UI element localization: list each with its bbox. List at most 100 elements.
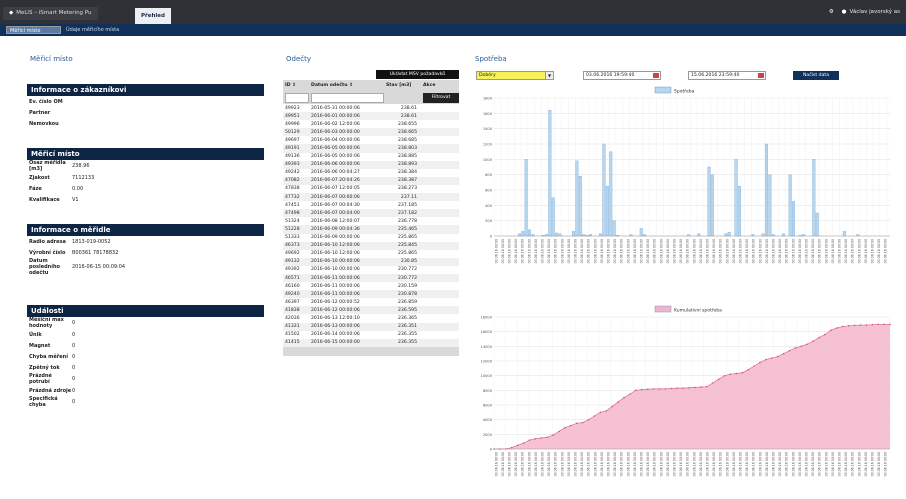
table-row[interactable]: 50129 2016-06-03 00:00:00 238.665 <box>283 128 459 137</box>
bar <box>737 185 741 237</box>
x-tick-label: 03.06.16 00:00 <box>547 239 551 263</box>
date-from-input[interactable]: 03.06.2016 19:59:40 <box>583 71 661 80</box>
cell-state: 235.865 <box>398 251 417 257</box>
cell-date: 2016-06-07 00:04:00 <box>309 209 384 218</box>
table-row[interactable]: 47732 2016-06-07 00:00:06 237.11 <box>283 193 459 202</box>
x-tick-label: 03.06.16 00:00 <box>706 452 710 476</box>
tab-overview[interactable]: Přehled <box>135 8 171 24</box>
data-point <box>782 352 785 355</box>
data-point <box>759 361 761 364</box>
date-to-input[interactable]: 15.06.2016 23:59:40 <box>688 71 766 80</box>
data-point <box>646 388 649 391</box>
data-point <box>735 372 738 375</box>
data-point <box>877 323 879 326</box>
breadcrumb-item-metering-data[interactable]: Údaje měřicího místa <box>66 26 119 34</box>
table-row[interactable]: 47082 2016-06-07 20:04:26 238.387 <box>283 176 459 185</box>
table-row[interactable]: 41502 2016-06-14 00:00:06 236.355 <box>283 331 459 339</box>
x-tick-label: 03.06.16 00:00 <box>501 239 505 263</box>
y-tick-label: 10000 <box>481 374 493 378</box>
table-row[interactable]: 49132 2016-06-10 00:00:06 230.85 <box>283 257 459 266</box>
info-row: Zjakost 7112133 <box>27 172 264 183</box>
id-filter-input[interactable] <box>285 92 309 103</box>
user-name[interactable]: Václav javorský as <box>849 9 900 15</box>
x-tick-label: 03.06.16 00:00 <box>824 452 828 476</box>
info-key: Výrobní číslo <box>29 249 66 256</box>
x-tick-label: 03.06.16 00:00 <box>501 452 505 476</box>
table-row[interactable]: 51333 2016-06-09 00:00:06 235.865 <box>283 234 459 242</box>
x-tick-label: 03.06.16 00:00 <box>521 239 525 263</box>
table-row[interactable]: 47498 2016-06-07 00:04:00 237.182 <box>283 209 459 218</box>
table-row[interactable]: 42036 2016-06-13 12:00:10 236.365 <box>283 314 459 322</box>
table-row[interactable]: 49951 2016-06-01 00:00:06 238.61 <box>283 112 459 121</box>
calendar-icon[interactable] <box>758 73 764 78</box>
cell-action <box>421 217 459 225</box>
cell-action <box>421 331 459 339</box>
x-tick-label: 03.06.16 00:00 <box>785 239 789 263</box>
event-value: 0 <box>72 399 76 405</box>
filter-button[interactable]: Filtrovat <box>423 92 459 103</box>
table-row[interactable]: 49392 2016-06-10 00:00:06 230.772 <box>283 266 459 274</box>
table-row[interactable]: 49697 2016-06-04 00:00:06 238.685 <box>283 136 459 144</box>
table-row[interactable]: 49923 2016-05-31 00:00:06 238.61 <box>283 104 459 112</box>
cell-id: 41838 <box>283 306 309 315</box>
column-header-state[interactable]: Stav [m3] <box>384 80 421 91</box>
consumption-title: Spotřeba <box>475 55 507 63</box>
cell-state: 230.159 <box>398 283 417 289</box>
cell-action <box>421 201 459 209</box>
calendar-icon[interactable] <box>653 73 659 78</box>
info-row: Fáze 0.00 <box>27 183 264 194</box>
table-row[interactable]: 46160 2016-06-11 00:00:06 230.159 <box>283 282 459 290</box>
info-value: 238.96 <box>72 163 90 169</box>
x-tick-label: 03.06.16 00:00 <box>758 239 762 263</box>
bar <box>727 231 731 237</box>
table-row[interactable]: 49996 2016-06-02 12:00:06 238.655 <box>283 120 459 128</box>
event-key: Specifická chyba <box>29 396 58 408</box>
table-row[interactable]: 49240 2016-06-11 00:00:06 230.878 <box>283 290 459 299</box>
x-tick-label: 03.06.16 00:00 <box>534 239 538 263</box>
data-point <box>841 325 844 328</box>
table-row[interactable]: 46373 2016-06-10 12:00:06 235.845 <box>283 241 459 250</box>
settings-icon[interactable]: ⚙ <box>829 9 834 15</box>
table-row[interactable]: 51228 2016-06-09 00:04:36 235.465 <box>283 225 459 234</box>
column-header-date[interactable]: Datum odečtu ⇕ <box>309 80 384 91</box>
cell-id: 49692 <box>285 251 300 257</box>
table-row[interactable]: 49242 2016-06-06 00:04:27 238.384 <box>283 169 459 177</box>
bar <box>815 212 819 237</box>
table-row[interactable]: 49191 2016-06-05 00:00:06 238.803 <box>283 144 459 153</box>
x-tick-label: 03.06.16 00:00 <box>739 239 743 263</box>
y-tick-label: 200 <box>485 219 493 223</box>
cell-id: 49240 <box>283 290 309 299</box>
date-filter-input[interactable] <box>311 92 384 103</box>
x-tick-label: 03.06.16 00:00 <box>534 452 538 476</box>
collapse-requests-button[interactable]: Ukládat MSV požadavků <box>376 70 459 79</box>
load-data-button[interactable]: Načíst data <box>793 71 839 80</box>
x-tick-label: 03.06.16 00:00 <box>739 452 743 476</box>
meter-info-header: Informace o měřidle <box>27 224 264 236</box>
breadcrumb-item-metering-point[interactable]: Měřicí místo <box>6 26 61 34</box>
data-point <box>593 415 596 417</box>
table-row[interactable]: 49692 2016-06-10 12:00:06 235.865 <box>283 250 459 258</box>
x-tick-label: 03.06.16 00:00 <box>560 452 564 476</box>
x-tick-label: 03.06.16 00:00 <box>673 452 677 476</box>
x-tick-label: 03.06.16 00:00 <box>805 239 809 263</box>
table-row[interactable]: 47451 2016-06-07 00:04:30 237.185 <box>283 201 459 209</box>
column-header-id[interactable]: ID ⇕ <box>283 80 309 91</box>
table-row[interactable]: 47838 2016-06-07 12:00:05 238.273 <box>283 185 459 193</box>
app-logo-tab[interactable]: ◆ MeLiS – iSmart Metering Pu <box>3 7 98 20</box>
table-row[interactable]: 49136 2016-06-05 00:00:06 238.885 <box>283 153 459 161</box>
bar <box>812 159 816 237</box>
table-row[interactable]: 41838 2016-06-12 00:00:06 236.595 <box>283 306 459 315</box>
table-row[interactable]: 51324 2016-06-08 12:00:07 236.778 <box>283 217 459 225</box>
granularity-select[interactable]: Dobéry ▼ <box>476 71 554 80</box>
table-row[interactable]: 41415 2016-06-15 00:00:00 236.355 <box>283 338 459 347</box>
table-row[interactable]: 46571 2016-06-11 00:00:06 230.772 <box>283 273 459 283</box>
table-body: 49923 2016-05-31 00:00:06 238.61 49951 2016-… <box>283 104 459 347</box>
event-key: Únik <box>29 331 42 338</box>
table-row[interactable]: 46397 2016-06-12 00:00:52 236.859 <box>283 298 459 306</box>
x-tick-label: 03.06.16 00:00 <box>613 452 617 476</box>
filter-cell <box>384 91 421 104</box>
table-row[interactable]: 49393 2016-06-06 00:00:06 238.893 <box>283 160 459 169</box>
table-row[interactable]: 41331 2016-06-13 00:00:06 236.351 <box>283 322 459 331</box>
data-point <box>711 382 714 384</box>
data-point <box>765 358 767 361</box>
